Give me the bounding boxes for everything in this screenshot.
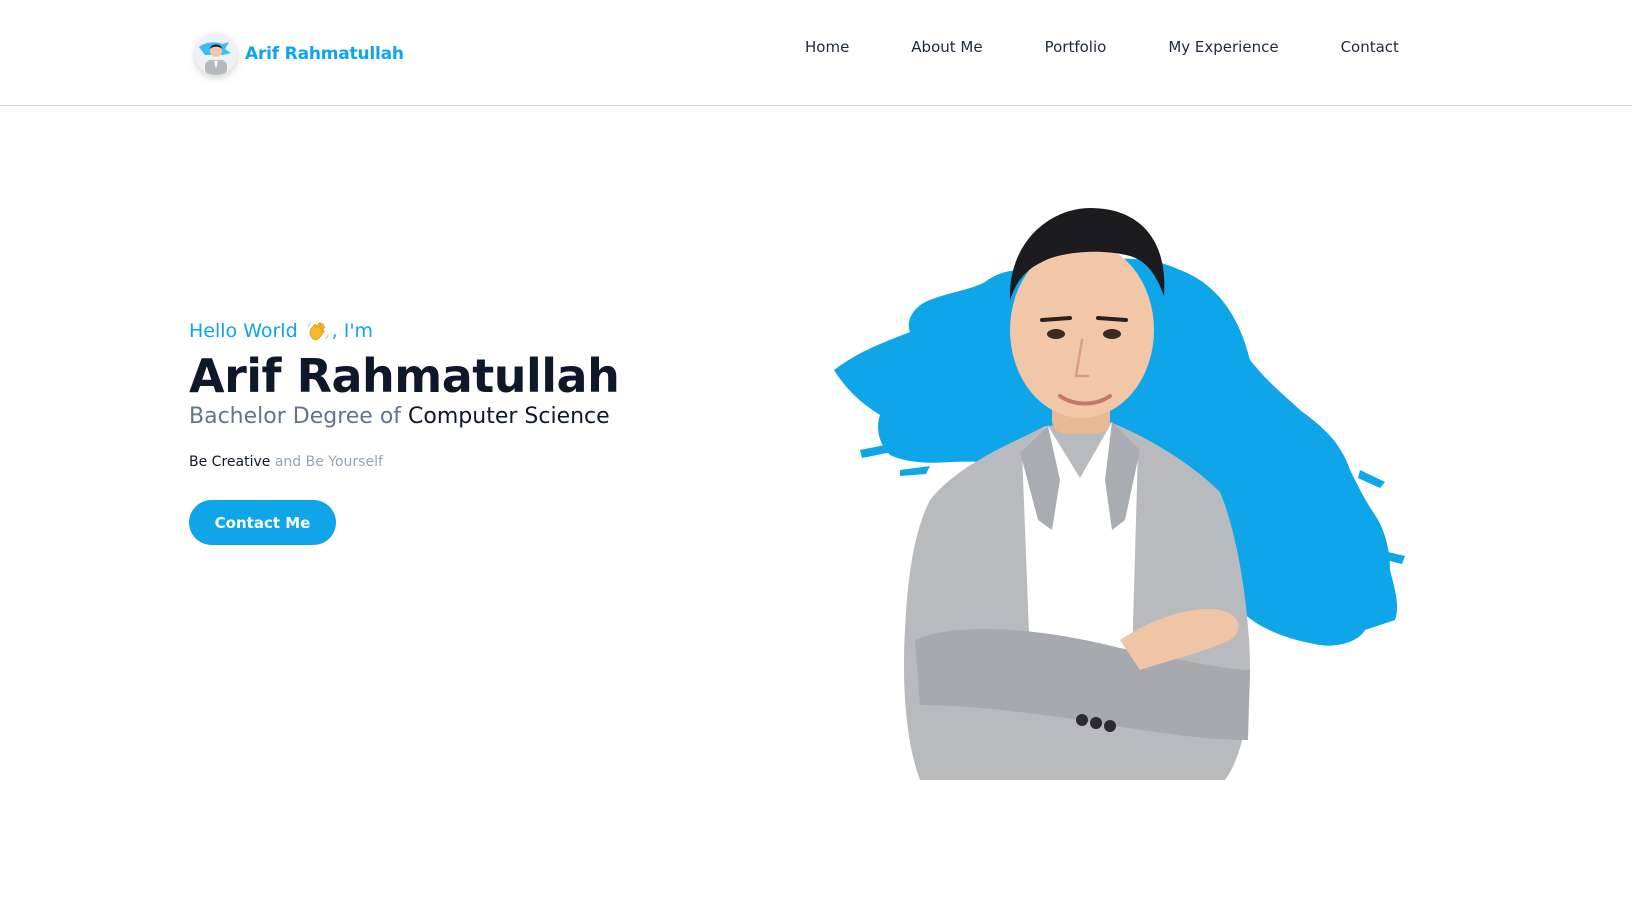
nav-portfolio[interactable]: Portfolio <box>1045 38 1107 56</box>
hero-degree: Bachelor Degree of Computer Science <box>189 402 809 432</box>
degree-field: Computer Science <box>408 404 610 429</box>
nav-about-me[interactable]: About Me <box>911 38 982 56</box>
contact-me-button[interactable]: Contact Me <box>189 500 336 545</box>
tagline-muted: and Be Yourself <box>270 454 383 470</box>
brand-avatar <box>195 33 237 75</box>
hero-name: Arif Rahmatullah <box>189 349 620 403</box>
greeting-suffix: , I'm <box>331 320 374 342</box>
navbar: Arif Rahmatullah Home About Me Portfolio… <box>0 0 1632 106</box>
nav-my-experience[interactable]: My Experience <box>1168 38 1278 56</box>
tagline-strong: Be Creative <box>189 454 271 470</box>
hero-portrait <box>820 200 1460 820</box>
hero-tagline: Be Creative and Be Yourself <box>189 454 809 470</box>
hero-intro: Hello World , I'm Arif Rahmatullah Bache… <box>189 316 809 545</box>
nav-home[interactable]: Home <box>805 38 849 56</box>
degree-prefix: Bachelor Degree of <box>189 404 409 429</box>
greeting-text: Hello World <box>189 320 298 342</box>
brand-name: Arif Rahmatullah <box>245 44 404 64</box>
person-figure <box>903 422 1250 780</box>
main-nav: Home About Me Portfolio My Experience Co… <box>805 38 1399 56</box>
waving-hand-icon <box>306 319 330 343</box>
nav-contact[interactable]: Contact <box>1341 38 1399 56</box>
brand-logo-link[interactable]: Arif Rahmatullah <box>195 32 404 76</box>
hero-greeting: Hello World , I'm <box>189 316 809 346</box>
